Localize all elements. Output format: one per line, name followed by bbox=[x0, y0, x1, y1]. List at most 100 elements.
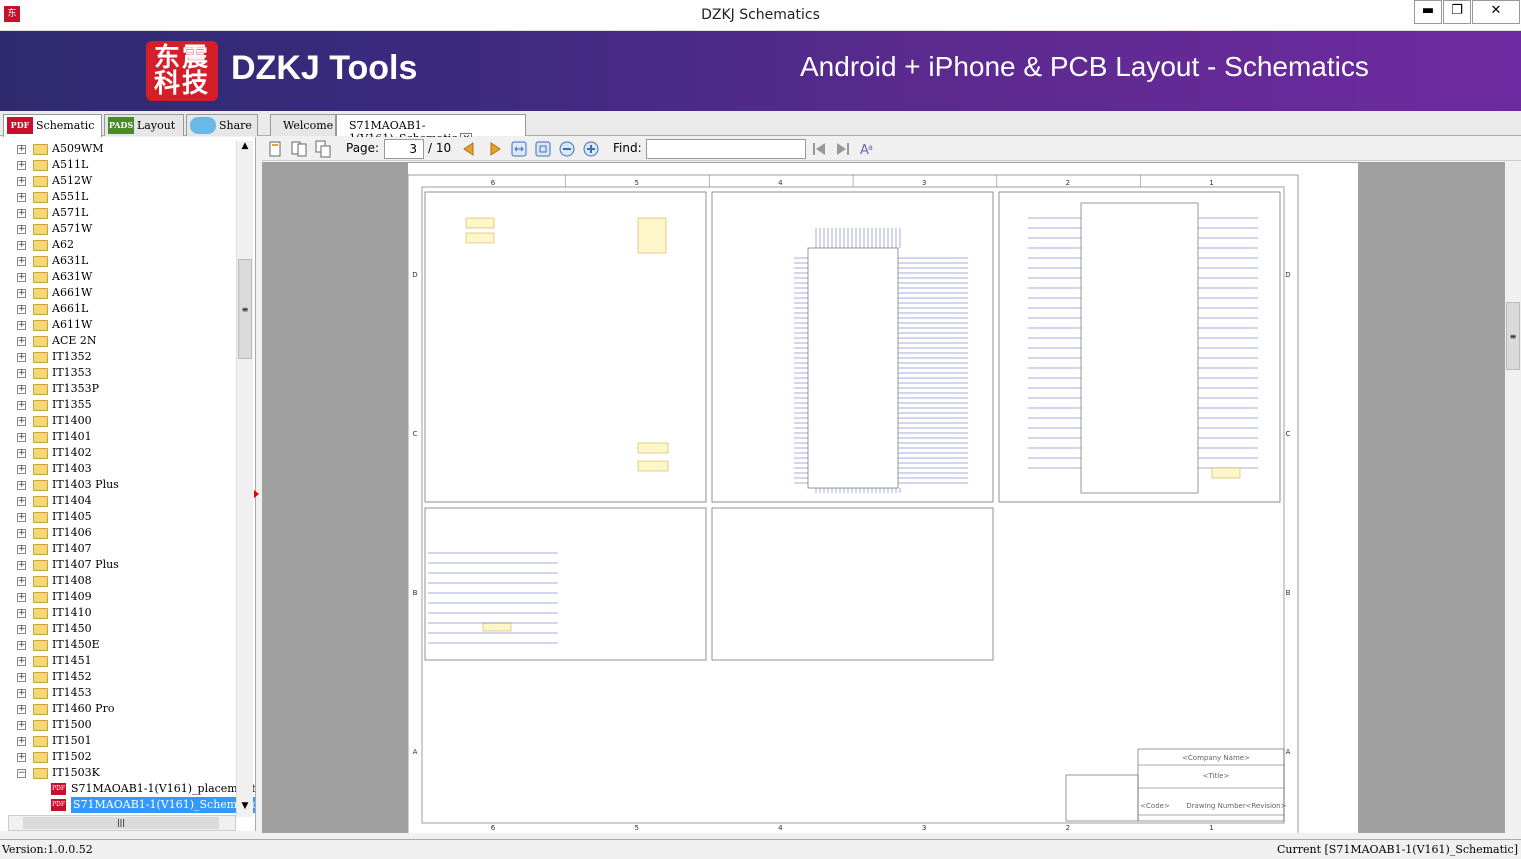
tab-share[interactable]: Share bbox=[186, 114, 258, 136]
tree-folder[interactable]: + IT1500 bbox=[0, 717, 236, 733]
expand-icon[interactable]: + bbox=[17, 353, 26, 362]
scroll-down-icon[interactable]: ▼ bbox=[238, 801, 252, 815]
tree-folder[interactable]: + A571W bbox=[0, 221, 236, 237]
expand-icon[interactable]: + bbox=[17, 625, 26, 634]
expand-icon[interactable]: + bbox=[17, 481, 26, 490]
tree-folder[interactable]: + A512W bbox=[0, 173, 236, 189]
minimize-button[interactable]: ▬ bbox=[1414, 0, 1442, 24]
tree-folder[interactable]: − IT1503K bbox=[0, 765, 236, 781]
splitter-arrow-icon[interactable] bbox=[254, 490, 259, 498]
expand-icon[interactable]: + bbox=[17, 145, 26, 154]
expand-icon[interactable]: + bbox=[17, 369, 26, 378]
expand-icon[interactable]: + bbox=[17, 401, 26, 410]
find-previous-icon[interactable] bbox=[810, 140, 828, 158]
tree-folder[interactable]: + IT1401 bbox=[0, 429, 236, 445]
maximize-button[interactable]: ❐ bbox=[1443, 0, 1471, 24]
expand-icon[interactable]: + bbox=[17, 561, 26, 570]
expand-icon[interactable]: + bbox=[17, 177, 26, 186]
close-button[interactable]: ✕ bbox=[1472, 0, 1520, 24]
expand-icon[interactable]: + bbox=[17, 161, 26, 170]
tree-folder[interactable]: + IT1453 bbox=[0, 685, 236, 701]
find-input[interactable] bbox=[646, 139, 806, 159]
tree-folder[interactable]: + IT1353 bbox=[0, 365, 236, 381]
collapse-icon[interactable]: − bbox=[17, 769, 26, 778]
expand-icon[interactable]: + bbox=[17, 641, 26, 650]
single-page-icon[interactable] bbox=[266, 140, 284, 158]
expand-icon[interactable]: + bbox=[17, 753, 26, 762]
tab-layout[interactable]: PADS Layout bbox=[104, 114, 184, 136]
expand-icon[interactable]: + bbox=[17, 257, 26, 266]
page-number-input[interactable]: 3 bbox=[384, 139, 424, 159]
tree-hscroll-thumb[interactable]: ||| bbox=[23, 817, 219, 829]
next-page-icon[interactable] bbox=[486, 140, 504, 158]
expand-icon[interactable]: + bbox=[17, 545, 26, 554]
match-case-icon[interactable]: Aa bbox=[858, 140, 876, 158]
tree-horizontal-scrollbar[interactable]: ||| bbox=[8, 815, 236, 831]
tree-folder[interactable]: + A611W bbox=[0, 317, 236, 333]
tree-folder[interactable]: + IT1408 bbox=[0, 573, 236, 589]
tree-folder[interactable]: + ACE 2N bbox=[0, 333, 236, 349]
tree-file[interactable]: PDF S71MAOAB1-1(V161)_Schematic bbox=[0, 797, 255, 813]
viewer-scroll-thumb[interactable]: ≡ bbox=[1506, 302, 1520, 370]
tree-folder[interactable]: + IT1407 bbox=[0, 541, 236, 557]
expand-icon[interactable]: + bbox=[17, 577, 26, 586]
tree-folder[interactable]: + IT1409 bbox=[0, 589, 236, 605]
tree-folder[interactable]: + A631W bbox=[0, 269, 236, 285]
previous-page-icon[interactable] bbox=[460, 140, 478, 158]
tree-folder[interactable]: + IT1402 bbox=[0, 445, 236, 461]
scroll-up-icon[interactable]: ▲ bbox=[238, 141, 252, 155]
expand-icon[interactable]: + bbox=[17, 305, 26, 314]
tree-folder[interactable]: + IT1406 bbox=[0, 525, 236, 541]
expand-icon[interactable]: + bbox=[17, 337, 26, 346]
tree-folder[interactable]: + A661W bbox=[0, 285, 236, 301]
tree-folder[interactable]: + IT1352 bbox=[0, 349, 236, 365]
expand-icon[interactable]: + bbox=[17, 225, 26, 234]
tree-folder[interactable]: + A511L bbox=[0, 157, 236, 173]
expand-icon[interactable]: + bbox=[17, 321, 26, 330]
expand-icon[interactable]: + bbox=[17, 385, 26, 394]
expand-icon[interactable]: + bbox=[17, 417, 26, 426]
tree-folder[interactable]: + IT1501 bbox=[0, 733, 236, 749]
tab-document[interactable]: S71MAOAB1-1(V161)_Schematic✕ bbox=[336, 114, 526, 145]
expand-icon[interactable]: + bbox=[17, 513, 26, 522]
zoom-out-icon[interactable] bbox=[558, 140, 576, 158]
tree-folder[interactable]: + IT1404 bbox=[0, 493, 236, 509]
expand-icon[interactable]: + bbox=[17, 593, 26, 602]
expand-icon[interactable]: + bbox=[17, 705, 26, 714]
tree-folder[interactable]: + IT1355 bbox=[0, 397, 236, 413]
expand-icon[interactable]: + bbox=[17, 449, 26, 458]
tree-folder[interactable]: + IT1403 bbox=[0, 461, 236, 477]
expand-icon[interactable]: + bbox=[17, 689, 26, 698]
tree-folder[interactable]: + IT1407 Plus bbox=[0, 557, 236, 573]
expand-icon[interactable]: + bbox=[17, 273, 26, 282]
expand-icon[interactable]: + bbox=[17, 241, 26, 250]
expand-icon[interactable]: + bbox=[17, 433, 26, 442]
expand-icon[interactable]: + bbox=[17, 465, 26, 474]
expand-icon[interactable]: + bbox=[17, 193, 26, 202]
tree-vertical-scrollbar[interactable]: ▲ ≡ ▼ bbox=[236, 141, 253, 817]
tree-file[interactable]: PDF S71MAOAB1-1(V161)_placement bbox=[0, 781, 255, 797]
fit-width-icon[interactable] bbox=[510, 140, 528, 158]
tree-folder[interactable]: + IT1502 bbox=[0, 749, 236, 765]
tree-folder[interactable]: + A62 bbox=[0, 237, 236, 253]
expand-icon[interactable]: + bbox=[17, 721, 26, 730]
zoom-in-icon[interactable] bbox=[582, 140, 600, 158]
tree-folder[interactable]: + IT1405 bbox=[0, 509, 236, 525]
find-next-icon[interactable] bbox=[834, 140, 852, 158]
tree-scroll-thumb[interactable]: ≡ bbox=[238, 259, 252, 359]
tab-schematic[interactable]: PDF Schematic bbox=[3, 114, 102, 137]
tree-folder[interactable]: + IT1403 Plus bbox=[0, 477, 236, 493]
expand-icon[interactable]: + bbox=[17, 737, 26, 746]
tree-folder[interactable]: + A571L bbox=[0, 205, 236, 221]
tree-folder[interactable]: + A509WM bbox=[0, 141, 236, 157]
expand-icon[interactable]: + bbox=[17, 289, 26, 298]
tree-folder[interactable]: + IT1452 bbox=[0, 669, 236, 685]
tree-folder[interactable]: + IT1400 bbox=[0, 413, 236, 429]
expand-icon[interactable]: + bbox=[17, 497, 26, 506]
tree-folder[interactable]: + A631L bbox=[0, 253, 236, 269]
document-viewer[interactable]: 6 6 5 5 4 4 3 3 2 2 1 1 D D C C B B A A <Company Name> <Title… bbox=[262, 162, 1505, 833]
expand-icon[interactable]: + bbox=[17, 657, 26, 666]
viewer-vertical-scrollbar[interactable]: ≡ bbox=[1505, 162, 1521, 833]
tree-folder[interactable]: + IT1460 Pro bbox=[0, 701, 236, 717]
tree-folder[interactable]: + A551L bbox=[0, 189, 236, 205]
